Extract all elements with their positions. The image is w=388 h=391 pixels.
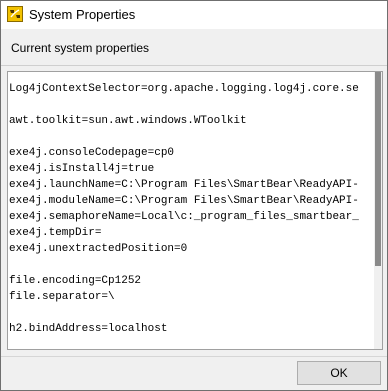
property-line: h2.bindAddress=localhost xyxy=(9,323,168,335)
title-bar[interactable]: System Properties xyxy=(1,1,387,29)
property-line: exe4j.semaphoreName=Local\c:_program_fil… xyxy=(9,211,359,223)
property-line: exe4j.tempDir= xyxy=(9,227,102,239)
property-line: exe4j.moduleName=C:\Program Files\SmartB… xyxy=(9,195,359,207)
system-properties-dialog: System Properties Current system propert… xyxy=(0,0,388,391)
property-line: exe4j.consoleCodepage=cp0 xyxy=(9,147,175,159)
property-line: exe4j.unextractedPosition=0 xyxy=(9,243,188,255)
window-title: System Properties xyxy=(29,7,136,22)
property-line: exe4j.isInstall4j=true xyxy=(9,163,155,175)
ok-button[interactable]: OK xyxy=(297,361,381,385)
property-line: file.separator=\ xyxy=(9,291,115,303)
app-logo-icon xyxy=(7,6,23,22)
vertical-scrollbar-thumb[interactable] xyxy=(375,72,381,266)
property-line: file.encoding=Cp1252 xyxy=(9,275,142,287)
property-line: exe4j.launchName=C:\Program Files\SmartB… xyxy=(9,179,359,191)
footer-divider xyxy=(1,356,387,357)
property-line: Log4jContextSelector=org.apache.logging.… xyxy=(9,83,359,95)
property-line: awt.toolkit=sun.awt.windows.WToolkit xyxy=(9,115,247,127)
properties-text-area[interactable]: Log4jContextSelector=org.apache.logging.… xyxy=(7,71,383,350)
header-label: Current system properties xyxy=(11,41,150,55)
properties-list[interactable]: Log4jContextSelector=org.apache.logging.… xyxy=(9,81,375,337)
vertical-scrollbar[interactable] xyxy=(374,72,382,349)
header-divider xyxy=(1,65,387,66)
